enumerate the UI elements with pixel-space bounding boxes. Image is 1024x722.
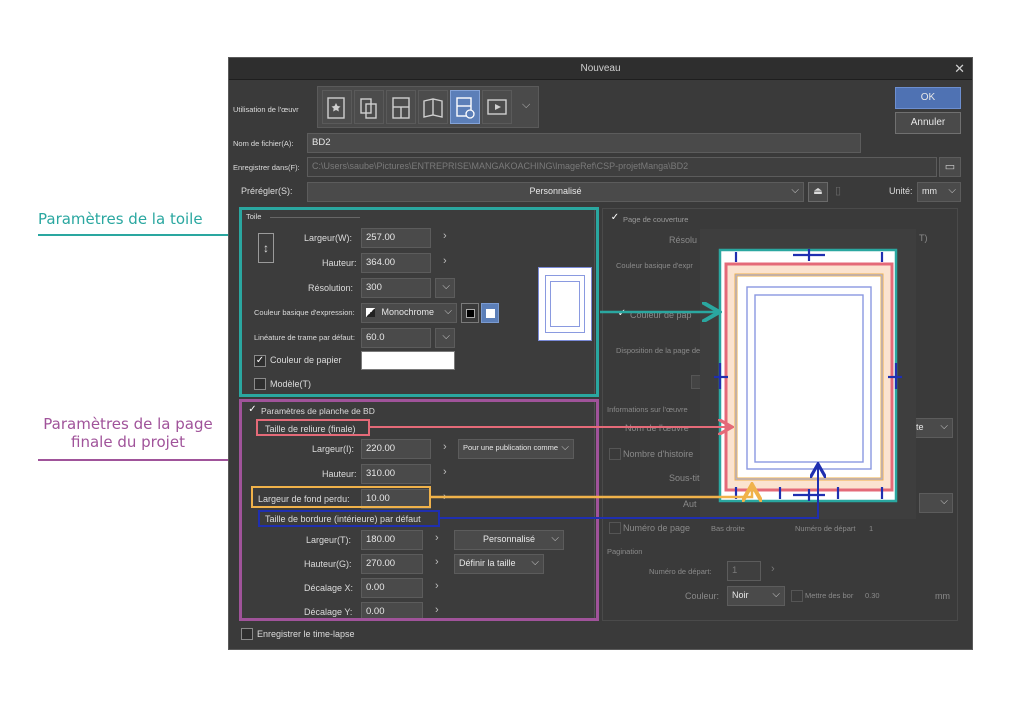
- inner-border: [754, 294, 864, 463]
- resolution-partial-label: Résolu: [669, 235, 698, 245]
- numero-label: Numéro de page: [623, 523, 691, 533]
- num-depart2-input[interactable]: 1: [727, 561, 761, 581]
- annotation-toile: Paramètres de la toile: [38, 210, 203, 228]
- animation-icon[interactable]: [482, 90, 512, 124]
- mettre-value: 0.30: [865, 591, 880, 600]
- numero-checkbox[interactable]: [609, 522, 621, 534]
- pagination-label: Pagination: [607, 547, 643, 556]
- unit-label: Unité:: [889, 186, 913, 196]
- annotation-page-line2: finale du projet: [71, 433, 185, 451]
- filename-input[interactable]: BD2: [307, 133, 861, 153]
- bleed-highlight-box: [251, 486, 431, 508]
- noir-select[interactable]: Noir ⌵: [727, 586, 785, 606]
- chevron-down-icon: ⌵: [940, 421, 948, 432]
- couleur-papier-partial-label: Couleur de pap: [630, 310, 692, 320]
- cover-checkbox[interactable]: ✓: [609, 213, 621, 225]
- nombre-partial-label: Nombre d'histoire: [623, 449, 694, 459]
- close-icon[interactable]: ✕: [954, 61, 965, 77]
- auteur-partial-select[interactable]: ⌵: [919, 493, 953, 513]
- chevron-down-icon: ⌵: [948, 185, 956, 196]
- save-path-input[interactable]: C:\Users\saube\Pictures\ENTREPRISE\MANGA…: [307, 157, 937, 177]
- stage: Paramètres de la toile Paramètres de la …: [0, 0, 1024, 722]
- nom-partial-label: Nom de l'œuvre: [625, 423, 689, 433]
- titlebar: Nouveau ✕: [229, 58, 972, 80]
- timelapse-label: Enregistrer le time-lapse: [257, 629, 355, 639]
- preset-select[interactable]: Personnalisé ⌵: [307, 182, 804, 202]
- reliure-highlight-box: [256, 419, 370, 436]
- utilisation-label: Utilisation de l'œuvr: [233, 105, 299, 114]
- chevron-down-icon: ⌵: [791, 185, 799, 196]
- filename-label: Nom de fichier(A):: [233, 139, 294, 148]
- bas-droite-label: Bas droite: [711, 524, 745, 533]
- folder-icon[interactable]: ▭: [939, 157, 961, 177]
- info-label: Informations sur l'œuvre: [607, 405, 688, 414]
- timelapse-checkbox[interactable]: [241, 628, 253, 640]
- cover-label: Page de couverture: [623, 215, 689, 224]
- cancel-button[interactable]: Annuler: [895, 112, 961, 134]
- nombre-checkbox[interactable]: [609, 448, 621, 460]
- t-partial-label: T): [919, 233, 928, 243]
- ok-button[interactable]: OK: [895, 87, 961, 109]
- unit-select[interactable]: mm ⌵: [917, 182, 961, 202]
- chevron-down-icon: ⌵: [772, 589, 780, 600]
- preset-value: Personnalisé: [529, 186, 582, 196]
- num-depart-label: Numéro de départ: [795, 524, 856, 533]
- trash-icon[interactable]: ▯: [835, 184, 841, 197]
- noir-value: Noir: [732, 590, 749, 600]
- save-preset-icon[interactable]: ⏏: [808, 182, 828, 202]
- disposition-partial-label: Disposition de la page de: [616, 346, 701, 355]
- webtoon-icon[interactable]: [354, 90, 384, 124]
- toile-highlight-box: [239, 207, 599, 397]
- couleur2-label: Couleur:: [685, 591, 720, 601]
- save-location-label: Enregistrer dans(F):: [233, 163, 300, 172]
- annotation-toile-line: [38, 234, 241, 236]
- num-depart-value: 1: [869, 524, 874, 533]
- preset-label: Prérégler(S):: [241, 186, 293, 196]
- page-layout-diagram: [714, 248, 902, 503]
- chevron-down-icon: ⌵: [940, 496, 948, 507]
- dialog-title: Nouveau: [580, 63, 621, 74]
- couleur-partial-label: Couleur basique d'expr: [616, 261, 693, 270]
- unit-value: mm: [922, 186, 937, 196]
- usage-icon-bar: ⌵: [317, 86, 539, 128]
- mettre-label: Mettre des bor: [805, 591, 854, 600]
- annotation-page-line1: Paramètres de la page: [43, 415, 213, 433]
- comic-settings-icon[interactable]: [450, 90, 480, 124]
- mm-label: mm: [935, 591, 950, 601]
- book-spread-icon[interactable]: [418, 90, 448, 124]
- chevron-down-icon[interactable]: ⌵: [522, 99, 530, 112]
- sous-titre-partial-label: Sous-titr: [669, 473, 703, 483]
- page-layout-preview: [700, 229, 916, 519]
- auteur-partial-label: Aut: [683, 499, 697, 509]
- chevron-right-icon[interactable]: ›: [771, 563, 775, 575]
- border-highlight-box: [258, 510, 440, 527]
- num-depart2-label: Numéro de départ:: [649, 567, 712, 576]
- mettre-checkbox[interactable]: [791, 590, 803, 602]
- illustration-icon[interactable]: [322, 90, 352, 124]
- couleur-papier-checkbox[interactable]: ✓: [616, 309, 628, 321]
- comic-icon[interactable]: [386, 90, 416, 124]
- annotation-page-line: [38, 459, 241, 461]
